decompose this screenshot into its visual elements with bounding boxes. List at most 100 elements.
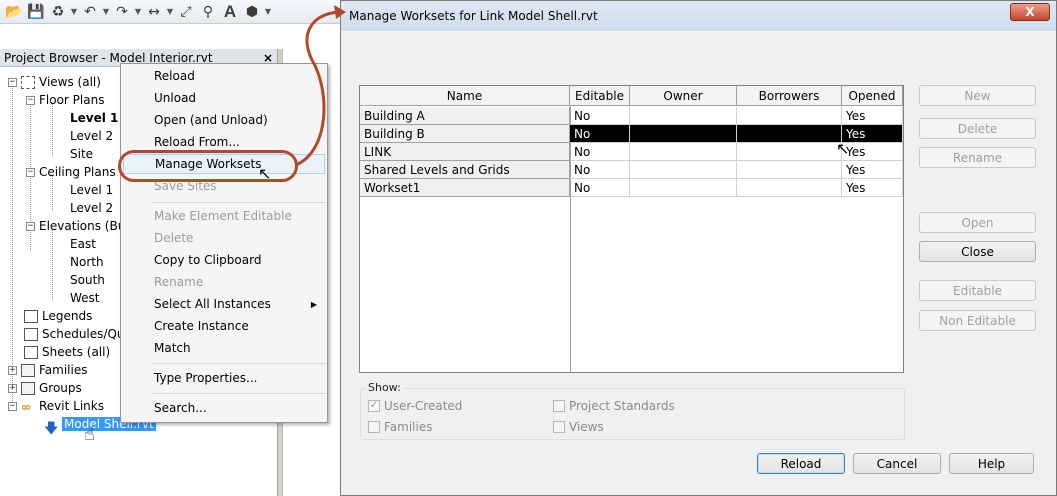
cell-opened[interactable]: Yes: [842, 125, 903, 143]
sync-icon[interactable]: ♻: [48, 2, 68, 22]
table-row[interactable]: LINK No Yes: [360, 143, 903, 161]
cell-opened[interactable]: Yes: [842, 107, 903, 125]
tree-item-level-2[interactable]: Level 2: [70, 127, 113, 145]
expand-icon[interactable]: +: [8, 365, 17, 375]
tree-item-ceiling-level-2[interactable]: Level 2: [70, 199, 113, 217]
views-checkbox[interactable]: Views: [553, 420, 604, 434]
tree-item-south[interactable]: South: [70, 271, 105, 289]
menu-item-select-all-instances[interactable]: Select All Instances ▶: [121, 294, 327, 314]
close-workset-button[interactable]: Close: [919, 241, 1036, 262]
tree-item-north[interactable]: North: [70, 253, 104, 271]
menu-item-unload[interactable]: Unload: [121, 88, 327, 108]
cell-borrowers: [737, 125, 842, 143]
table-row[interactable]: Building A No Yes: [360, 107, 903, 125]
cell-owner: [630, 107, 737, 125]
cell-borrowers: [737, 107, 842, 125]
cell-editable[interactable]: No: [570, 125, 630, 143]
cell-editable[interactable]: No: [570, 161, 630, 179]
table-row[interactable]: Shared Levels and Grids No Yes: [360, 161, 903, 179]
arrow-down-icon: 🡇: [44, 417, 58, 437]
column-header-opened[interactable]: Opened: [842, 86, 903, 106]
menu-item-make-element-editable[interactable]: Make Element Editable: [121, 206, 327, 226]
cancel-button[interactable]: Cancel: [853, 453, 941, 474]
collapse-icon[interactable]: −: [8, 401, 17, 411]
cell-borrowers: [737, 143, 842, 161]
text-icon[interactable]: A: [220, 2, 240, 22]
tree-item-ceiling-level-1[interactable]: Level 1: [70, 181, 113, 199]
undo-icon[interactable]: ↶: [80, 2, 100, 22]
3d-view-icon[interactable]: ⬢: [242, 2, 262, 22]
tree-item-sheets[interactable]: Sheets (all): [24, 343, 110, 361]
collapse-icon[interactable]: −: [8, 77, 17, 87]
rename-button[interactable]: Rename: [919, 147, 1036, 168]
expand-icon[interactable]: +: [8, 383, 17, 393]
new-button[interactable]: New: [919, 85, 1036, 106]
dialog-close-button[interactable]: X: [1010, 3, 1050, 21]
reload-button[interactable]: Reload: [757, 453, 845, 474]
menu-item-search[interactable]: Search...: [121, 398, 327, 418]
chevron-down-icon[interactable]: ▼: [70, 2, 78, 22]
show-group: [360, 388, 905, 440]
menu-item-copy-to-clipboard[interactable]: Copy to Clipboard: [121, 250, 327, 270]
tree-item-families[interactable]: + Families: [8, 361, 87, 379]
editable-button[interactable]: Editable: [919, 280, 1036, 301]
tree-item-schedules[interactable]: Schedules/Qu: [24, 325, 125, 343]
project-standards-checkbox[interactable]: Project Standards: [553, 399, 675, 413]
collapse-icon[interactable]: −: [26, 167, 35, 177]
chevron-down-icon[interactable]: ▼: [264, 2, 272, 22]
column-header-borrowers[interactable]: Borrowers: [737, 86, 842, 106]
tree-item-west[interactable]: West: [70, 289, 100, 307]
tree-item-views[interactable]: − Views (all): [8, 73, 101, 91]
menu-separator: [151, 363, 326, 364]
open-icon[interactable]: 📂: [4, 2, 24, 22]
chevron-down-icon[interactable]: ▼: [166, 2, 174, 22]
dimension-icon[interactable]: ⤢: [176, 2, 196, 22]
collapse-icon[interactable]: −: [26, 221, 35, 231]
families-checkbox[interactable]: Families: [368, 420, 432, 434]
menu-item-reload[interactable]: Reload: [121, 66, 327, 86]
tag-icon[interactable]: ⚲: [198, 2, 218, 22]
column-header-editable[interactable]: Editable: [570, 86, 630, 106]
menu-item-delete[interactable]: Delete: [121, 228, 327, 248]
collapse-icon[interactable]: −: [26, 95, 35, 105]
redo-icon[interactable]: ↷: [112, 2, 132, 22]
tree-item-elevations[interactable]: − Elevations (Bu: [26, 217, 125, 235]
menu-item-open-and-unload[interactable]: Open (and Unload): [121, 110, 327, 130]
tree-item-site[interactable]: Site: [70, 145, 93, 163]
sheet-icon: [24, 345, 38, 359]
cell-editable[interactable]: No: [570, 179, 630, 197]
column-header-owner[interactable]: Owner: [630, 86, 737, 106]
cell-name: Building B: [360, 125, 570, 143]
table-row-selected[interactable]: Building B No Yes: [360, 125, 903, 143]
tree-item-legends[interactable]: Legends: [24, 307, 92, 325]
cell-editable[interactable]: No: [570, 143, 630, 161]
save-icon[interactable]: 💾: [26, 2, 46, 22]
delete-button[interactable]: Delete: [919, 118, 1036, 139]
help-button[interactable]: Help: [949, 453, 1034, 474]
table-row[interactable]: Workset1 No Yes: [360, 179, 903, 197]
non-editable-button[interactable]: Non Editable: [919, 310, 1036, 331]
menu-item-reload-from[interactable]: Reload From...: [121, 132, 327, 152]
chevron-down-icon[interactable]: ▼: [134, 2, 142, 22]
menu-item-create-instance[interactable]: Create Instance: [121, 316, 327, 336]
measure-icon[interactable]: ↔: [144, 2, 164, 22]
menu-item-match[interactable]: Match: [121, 338, 327, 358]
quick-access-toolbar: 📂 💾 ♻ ▼ ↶ ▼ ↷ ▼ ↔ ▼ ⤢ ⚲ A ⬢ ▼: [0, 0, 345, 24]
cell-owner: [630, 161, 737, 179]
cell-opened[interactable]: Yes: [842, 143, 903, 161]
chevron-down-icon[interactable]: ▼: [102, 2, 110, 22]
column-header-name[interactable]: Name: [360, 86, 570, 106]
tree-item-ceiling-plans[interactable]: − Ceiling Plans: [26, 163, 116, 181]
menu-item-type-properties[interactable]: Type Properties...: [121, 368, 327, 388]
tree-item-east[interactable]: East: [70, 235, 96, 253]
user-created-checkbox[interactable]: ✓ User-Created: [368, 399, 462, 413]
tree-item-floor-plans[interactable]: − Floor Plans: [26, 91, 104, 109]
cell-editable[interactable]: No: [570, 107, 630, 125]
tree-item-level-1[interactable]: Level 1: [70, 109, 118, 127]
menu-item-rename[interactable]: Rename: [121, 272, 327, 292]
cell-opened[interactable]: Yes: [842, 179, 903, 197]
tree-item-revit-links[interactable]: − ∞ Revit Links: [8, 397, 104, 415]
cell-opened[interactable]: Yes: [842, 161, 903, 179]
open-button[interactable]: Open: [919, 212, 1036, 233]
tree-item-groups[interactable]: + Groups: [8, 379, 82, 397]
